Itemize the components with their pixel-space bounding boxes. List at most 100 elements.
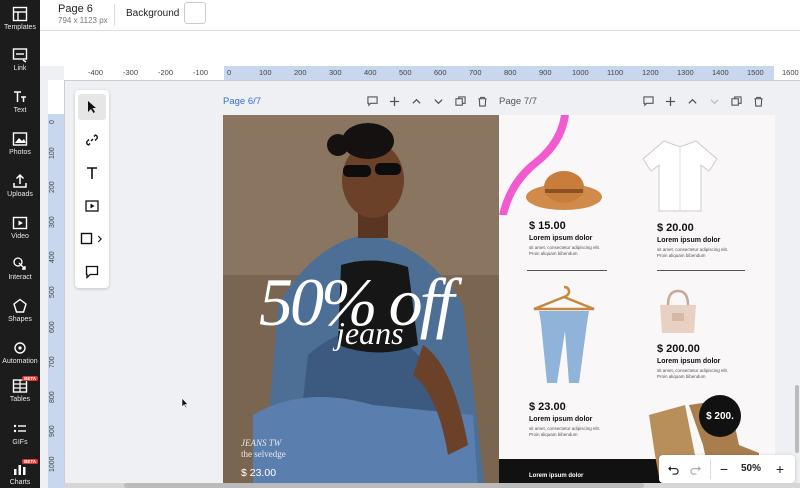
- sidebar-item-label: Photos: [9, 149, 31, 156]
- gifs-icon: [13, 424, 26, 433]
- page-7-canvas[interactable]: $ 15.00 Lorem ipsum dolor sit amet, cons…: [499, 115, 775, 488]
- sidebar-item-photos[interactable]: Photos: [0, 131, 40, 156]
- sidebar-item-video[interactable]: Video: [0, 215, 40, 240]
- brand-line-2[interactable]: the selvedge: [241, 449, 286, 459]
- page-size: 794 x 1123 px: [58, 16, 108, 25]
- promo-price[interactable]: $ 23.00: [241, 467, 276, 479]
- add-comment-button[interactable]: [366, 95, 378, 107]
- vertical-ruler: 0 100 200 300 400 500 600 700 800 900 10…: [48, 80, 65, 488]
- vertical-scrollbar[interactable]: [794, 80, 800, 480]
- ruler-tick: 900: [49, 425, 56, 437]
- comment-icon: [366, 95, 378, 106]
- jeans-image: [533, 285, 595, 383]
- ruler-tick: 500: [399, 68, 412, 77]
- undo-button[interactable]: [665, 461, 681, 477]
- product-price[interactable]: $ 23.00: [529, 401, 566, 413]
- redo-button[interactable]: [687, 461, 703, 477]
- comment-tool[interactable]: [78, 259, 106, 285]
- product-desc[interactable]: sit amet, consectetur adipiscing elit. P…: [529, 426, 609, 437]
- sidebar-item-charts[interactable]: BETA Charts: [0, 459, 40, 486]
- move-page-down-button[interactable]: [432, 95, 444, 107]
- product-desc[interactable]: sit amet, consectetur adipiscing elit. P…: [529, 245, 609, 256]
- sidebar-item-label: Tables: [9, 396, 31, 403]
- sidebar-item-text[interactable]: Text: [0, 89, 40, 114]
- chevron-up-icon: [411, 98, 421, 104]
- sidebar-item-tables[interactable]: BETA Tables: [0, 376, 40, 403]
- page-6-label[interactable]: Page 6/7: [223, 96, 261, 107]
- product-desc[interactable]: sit amet, consectetur adipiscing elit. P…: [657, 247, 737, 258]
- scrollbar-thumb[interactable]: [124, 483, 644, 488]
- link-tool[interactable]: [78, 127, 106, 153]
- ruler-tick: 200: [294, 68, 307, 77]
- sidebar-item-automation[interactable]: Automation: [0, 340, 40, 365]
- zoom-out-button[interactable]: −: [716, 461, 732, 477]
- delete-page-button[interactable]: [752, 95, 764, 107]
- ruler-tick: -200: [158, 68, 174, 77]
- divider: [710, 459, 711, 479]
- move-page-up-button[interactable]: [686, 95, 698, 107]
- ruler-tick: 600: [49, 321, 56, 333]
- price-badge[interactable]: $ 200.: [699, 395, 741, 437]
- product-price[interactable]: $ 15.00: [529, 220, 566, 232]
- product-name[interactable]: Lorem ipsum dolor: [657, 358, 720, 365]
- horizontal-scrollbar[interactable]: [64, 483, 800, 488]
- beta-badge: BETA: [22, 459, 38, 464]
- plus-icon: [389, 96, 399, 106]
- ruler-tick: 1000: [49, 456, 56, 472]
- page-7-label[interactable]: Page 7/7: [499, 96, 537, 107]
- ruler-tick: 700: [469, 68, 482, 77]
- sidebar-item-templates[interactable]: Templates: [0, 6, 40, 31]
- product-name[interactable]: Lorem ipsum dolor: [529, 416, 592, 423]
- shape-tool[interactable]: [78, 226, 106, 252]
- video-icon: [85, 200, 99, 212]
- product-desc[interactable]: sit amet, consectetur adipiscing elit. P…: [657, 368, 737, 379]
- ruler-tick: 900: [539, 68, 552, 77]
- add-page-button[interactable]: [664, 95, 676, 107]
- sidebar-item-label: Shapes: [8, 316, 32, 323]
- brand-line-1[interactable]: JEANS TW: [241, 438, 281, 448]
- sidebar-item-uploads[interactable]: Uploads: [0, 173, 40, 198]
- chevron-right-icon: [97, 235, 102, 243]
- add-page-button[interactable]: [388, 95, 400, 107]
- product-price[interactable]: $ 20.00: [657, 222, 694, 234]
- sidebar-item-label: Video: [11, 233, 29, 240]
- duplicate-icon: [730, 95, 742, 106]
- sidebar-item-interact[interactable]: Interact: [0, 256, 40, 281]
- undo-icon: [667, 465, 679, 475]
- link-icon: [12, 48, 28, 63]
- move-page-up-button[interactable]: [410, 95, 422, 107]
- top-header: Page 6 794 x 1123 px Background: [40, 0, 800, 31]
- sidebar-item-label: Charts: [9, 479, 31, 486]
- product-name[interactable]: Lorem ipsum dolor: [529, 235, 592, 242]
- sidebar-item-gifs[interactable]: GIFs: [0, 421, 40, 446]
- delete-page-button[interactable]: [476, 95, 488, 107]
- select-tool[interactable]: [78, 94, 106, 120]
- sidebar-item-link[interactable]: Link: [0, 47, 40, 72]
- tool-palette: [75, 90, 109, 288]
- product-price[interactable]: $ 200.00: [657, 343, 700, 355]
- duplicate-page-button[interactable]: [454, 95, 466, 107]
- video-tool[interactable]: [78, 193, 106, 219]
- sidebar-item-label: Templates: [4, 24, 36, 31]
- promo-subheadline[interactable]: jeans: [336, 315, 404, 352]
- ruler-tick: 0: [227, 68, 232, 77]
- move-page-down-button[interactable]: [708, 95, 720, 107]
- zoom-in-button[interactable]: +: [772, 461, 788, 477]
- sidebar-item-shapes[interactable]: Shapes: [0, 298, 40, 323]
- ruler-tick: 100: [259, 68, 272, 77]
- page-6-canvas[interactable]: 50% off jeans JEANS TW the selvedge $ 23…: [223, 115, 499, 488]
- duplicate-icon: [454, 95, 466, 106]
- zoom-level[interactable]: 50%: [741, 463, 761, 474]
- ruler-tick: 300: [49, 216, 56, 228]
- scrollbar-thumb[interactable]: [795, 385, 799, 453]
- duplicate-page-button[interactable]: [730, 95, 742, 107]
- footer-text[interactable]: Lorem ipsum dolor: [529, 473, 583, 479]
- sidebar-item-label: GIFs: [12, 439, 28, 446]
- separator: [527, 270, 607, 271]
- ruler-tick: 1100: [607, 68, 624, 77]
- sidebar-item-label: Link: [13, 65, 27, 72]
- product-name[interactable]: Lorem ipsum dolor: [657, 237, 720, 244]
- background-color-swatch[interactable]: [184, 2, 206, 24]
- text-tool[interactable]: [78, 160, 106, 186]
- add-comment-button[interactable]: [642, 95, 654, 107]
